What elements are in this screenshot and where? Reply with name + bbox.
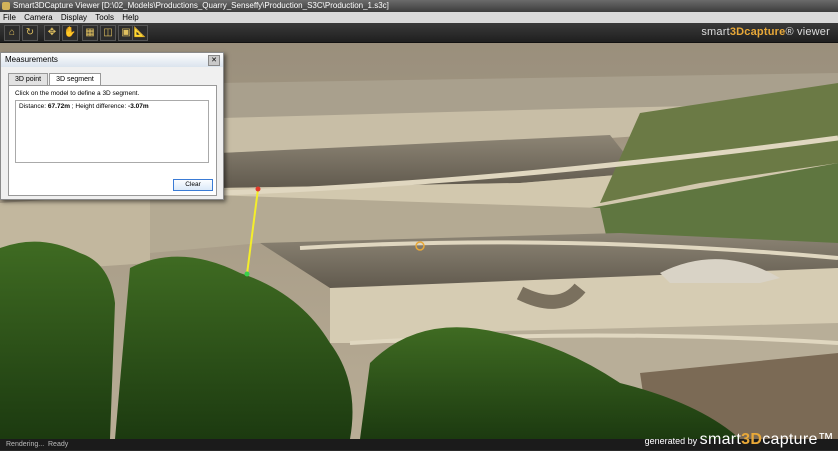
distance-value: 67.72m <box>47 103 70 110</box>
dialog-title: Measurements <box>5 55 58 64</box>
tab-panel: Click on the model to define a 3D segmen… <box>8 85 217 196</box>
status-right: Ready <box>48 441 69 448</box>
title-bar: Smart3DCapture Viewer [D:\02_Models\Prod… <box>0 0 838 12</box>
height-label: ; Height difference: <box>71 103 127 110</box>
close-icon[interactable]: ✕ <box>208 55 220 66</box>
menu-camera[interactable]: Camera <box>24 13 52 22</box>
measurement-tabs: 3D point 3D segment <box>8 73 102 86</box>
window-title: Smart3DCapture Viewer [D:\02_Models\Prod… <box>13 1 389 10</box>
instruction-text: Click on the model to define a 3D segmen… <box>15 90 140 97</box>
measure-icon[interactable]: 📐 <box>132 25 148 41</box>
measurement-result: Distance: 67.72m ; Height difference: -3… <box>15 100 209 163</box>
generated-by-logo: generated by smart3Dcapture™ <box>644 431 834 448</box>
wireframe-icon[interactable]: ◫ <box>100 25 116 41</box>
grid-icon[interactable]: ▦ <box>82 25 98 41</box>
measurements-dialog: Measurements ✕ 3D point 3D segment Click… <box>0 52 224 200</box>
distance-label: Distance: <box>19 103 47 110</box>
menu-file[interactable]: File <box>3 13 16 22</box>
dialog-title-bar[interactable]: Measurements ✕ <box>1 53 223 67</box>
menu-help[interactable]: Help <box>122 13 138 22</box>
app-icon <box>2 2 10 10</box>
pan-icon[interactable]: ✥ <box>44 25 60 41</box>
hand-icon[interactable]: ✋ <box>62 25 78 41</box>
brand-logo: smart3Dcapture® viewer <box>701 26 830 38</box>
rotate-icon[interactable]: ↻ <box>22 25 38 41</box>
toolbar: ⌂ ↻ ✥ ✋ ▦ ◫ ▣ 📐 smart3Dcapture® viewer <box>0 23 838 43</box>
menu-bar: File Camera Display Tools Help <box>0 12 838 23</box>
tab-3d-point[interactable]: 3D point <box>8 73 49 85</box>
status-left: Rendering... <box>6 441 45 448</box>
forest-left <box>0 241 115 439</box>
height-value: -3.07m <box>128 103 149 110</box>
menu-display[interactable]: Display <box>61 13 87 22</box>
clear-button[interactable]: Clear <box>173 179 213 191</box>
menu-tools[interactable]: Tools <box>95 13 114 22</box>
home-icon[interactable]: ⌂ <box>4 25 20 41</box>
measurement-start-point[interactable] <box>255 186 261 192</box>
measurement-end-point[interactable] <box>244 271 250 277</box>
